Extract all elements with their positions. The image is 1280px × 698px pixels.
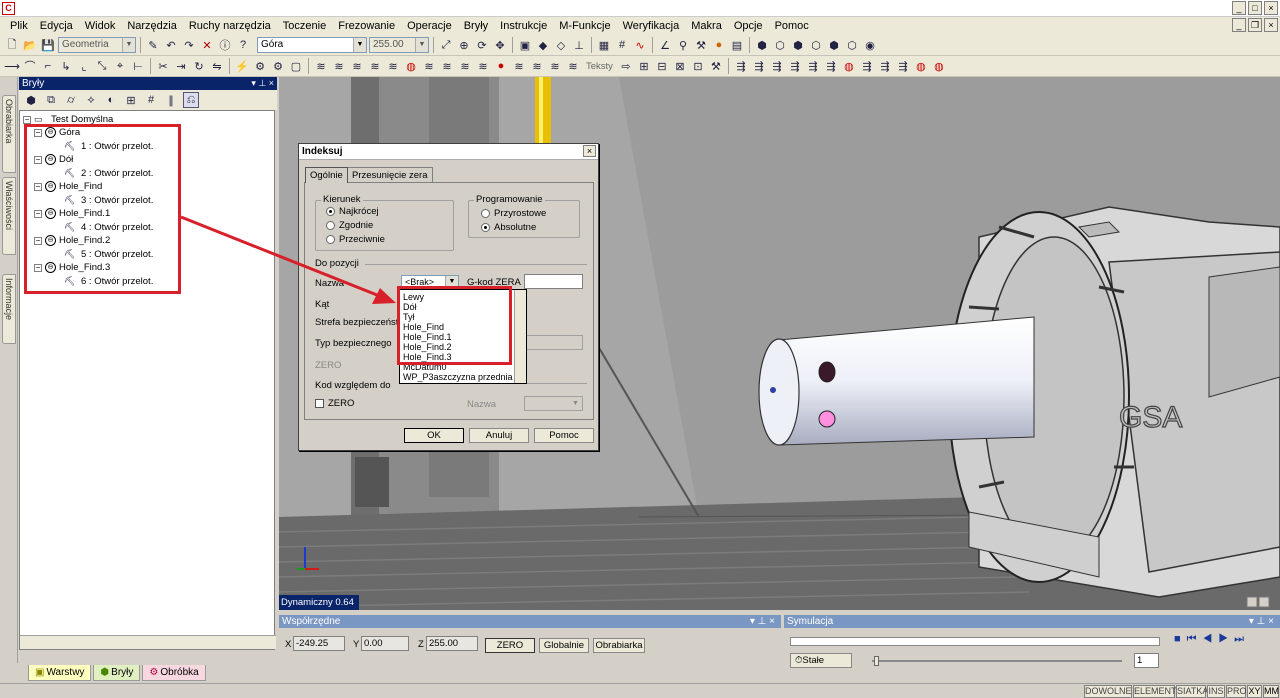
annotation-arrow — [180, 215, 396, 304]
tab-ogolnie[interactable]: Ogólnie — [305, 167, 348, 183]
